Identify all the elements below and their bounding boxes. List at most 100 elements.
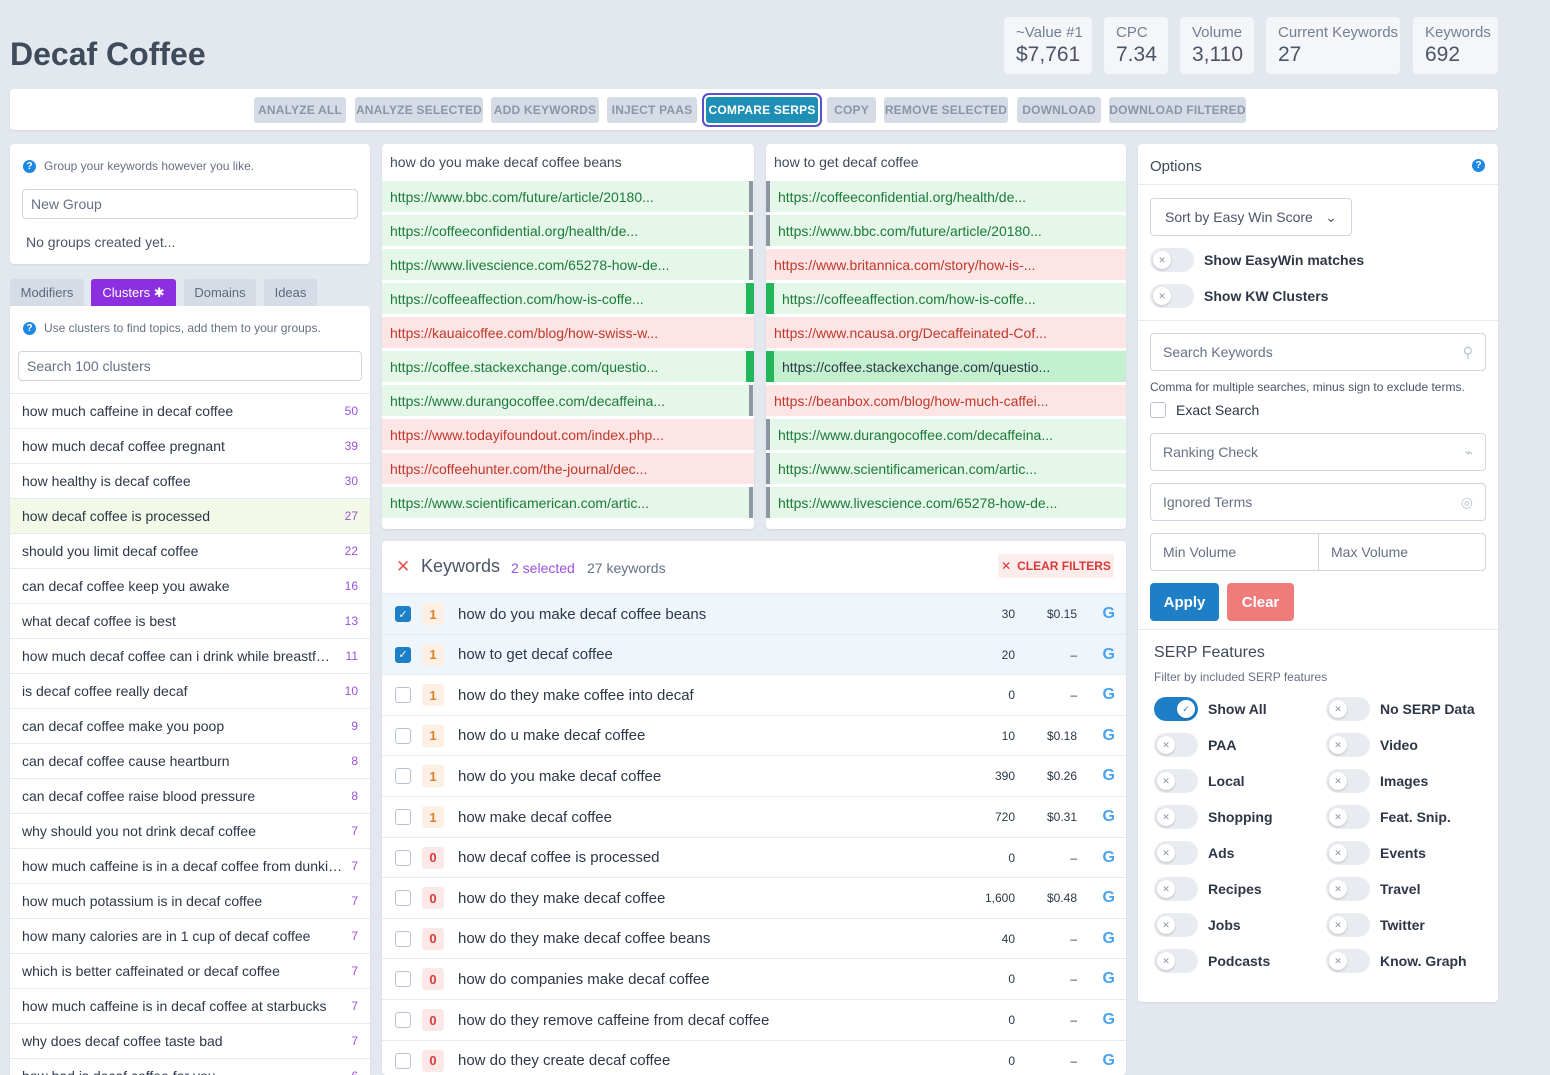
cluster-item[interactable]: how bad is decaf coffee for you 6 [10, 1058, 370, 1075]
row-checkbox[interactable] [395, 930, 411, 947]
keyword-row[interactable]: 1 how do you make decaf coffee 390 $0.26 G [382, 755, 1126, 796]
keyword-row[interactable]: 1 how make decaf coffee 720 $0.31 G [382, 796, 1126, 837]
cluster-item[interactable]: should you limit decaf coffee 22 [10, 533, 370, 568]
row-checkbox[interactable] [395, 1012, 411, 1028]
row-checkbox[interactable] [395, 727, 411, 744]
cluster-item[interactable]: can decaf coffee make you poop 9 [10, 708, 370, 743]
cluster-item[interactable]: what decaf coffee is best 13 [10, 603, 370, 638]
serp-feature-toggle[interactable]: ✕ [1326, 769, 1370, 793]
serp-result-row[interactable]: https://www.livescience.com/65278-how-de… [766, 487, 1126, 518]
serp-result-row[interactable]: https://coffeeconfidential.org/health/de… [382, 215, 754, 246]
row-checkbox[interactable]: ✓ [395, 646, 411, 663]
tab-clusters[interactable]: Clusters ✱ [91, 279, 176, 306]
cluster-item[interactable]: can decaf coffee keep you awake 16 [10, 568, 370, 603]
serp-feature-toggle[interactable]: ✕ [1154, 733, 1198, 757]
row-checkbox[interactable] [395, 890, 411, 907]
cluster-item[interactable]: is decaf coffee really decaf 10 [10, 673, 370, 708]
google-icon[interactable]: G [1103, 756, 1115, 796]
easywin-toggle[interactable]: ✕ [1150, 248, 1194, 272]
google-icon[interactable]: G [1103, 635, 1115, 675]
cluster-item[interactable]: how much caffeine is in a decaf coffee f… [10, 848, 370, 883]
apply-button[interactable]: Apply [1150, 583, 1219, 621]
serp-feature-toggle[interactable]: ✕ [1154, 805, 1198, 829]
serp-result-row[interactable]: https://kauaicoffee.com/blog/how-swiss-w… [382, 317, 754, 348]
row-checkbox[interactable] [395, 849, 411, 866]
cluster-search-input[interactable]: Search 100 clusters [18, 351, 362, 381]
serp-result-row[interactable]: https://beanbox.com/blog/how-much-caffei… [766, 385, 1126, 416]
row-checkbox[interactable]: ✓ [395, 606, 411, 622]
copy-button[interactable]: COPY [827, 97, 876, 123]
tab-ideas[interactable]: Ideas [264, 279, 317, 306]
serp-result-row[interactable]: https://www.livescience.com/65278-how-de… [382, 249, 754, 280]
row-checkbox[interactable] [395, 971, 411, 988]
serp-result-row[interactable]: https://coffeeaffection.com/how-is-coffe… [382, 283, 754, 314]
keyword-row[interactable]: 0 how do they make decaf coffee beans 40 – G [382, 917, 1126, 959]
exact-search-checkbox[interactable] [1150, 402, 1166, 418]
cluster-item[interactable]: which is better caffeinated or decaf cof… [10, 953, 370, 988]
serp-result-row[interactable]: https://www.ncausa.org/Decaffeinated-Cof… [766, 317, 1126, 348]
compare-serps-button[interactable]: COMPARE SERPS [706, 97, 818, 123]
help-icon[interactable]: ? [23, 321, 36, 335]
google-icon[interactable]: G [1103, 1000, 1115, 1040]
cluster-item[interactable]: can decaf coffee cause heartburn 8 [10, 743, 370, 778]
cluster-item[interactable]: how much decaf coffee can i drink while … [10, 638, 370, 673]
row-checkbox[interactable] [395, 809, 411, 825]
add-keywords-button[interactable]: ADD KEYWORDS [491, 97, 599, 123]
keyword-row[interactable]: 1 how do they make coffee into decaf 0 – G [382, 674, 1126, 715]
serp-result-row[interactable]: https://www.todayifoundout.com/index.php… [382, 419, 754, 450]
serp-feature-toggle[interactable]: ✕ [1326, 841, 1370, 865]
cluster-item[interactable]: how decaf coffee is processed 27 [10, 498, 370, 533]
cluster-item[interactable]: how many calories are in 1 cup of decaf … [10, 918, 370, 953]
serp-result-row[interactable]: https://www.durangocoffee.com/decaffeina… [766, 419, 1126, 450]
cluster-item[interactable]: how much caffeine is in decaf coffee at … [10, 988, 370, 1023]
serp-result-row[interactable]: https://www.bbc.com/future/article/20180… [766, 215, 1126, 246]
min-volume-input[interactable]: Min Volume [1150, 533, 1319, 571]
google-icon[interactable]: G [1103, 838, 1115, 878]
keyword-row[interactable]: 0 how do they remove caffeine from decaf … [382, 999, 1126, 1040]
serp-feature-toggle[interactable]: ✕ [1154, 949, 1198, 973]
serp-feature-toggle[interactable]: ✕ [1326, 949, 1370, 973]
keyword-row[interactable]: 1 how do u make decaf coffee 10 $0.18 G [382, 714, 1126, 756]
cluster-item[interactable]: how much potassium is in decaf coffee 7 [10, 883, 370, 918]
help-icon[interactable]: ? [23, 159, 36, 173]
serp-feature-toggle[interactable]: ✕ [1154, 913, 1198, 937]
serp-result-row[interactable]: https://www.scientificamerican.com/artic… [382, 487, 754, 518]
clear-filters-button[interactable]: ✕ CLEAR FILTERS [998, 554, 1114, 578]
keyword-row[interactable]: 0 how do they make decaf coffee 1,600 $0.48… [382, 877, 1126, 918]
serp-result-row[interactable]: https://www.britannica.com/story/how-is-… [766, 249, 1126, 280]
clusters-toggle[interactable]: ✕ [1150, 284, 1194, 308]
row-checkbox[interactable] [395, 768, 411, 785]
cluster-item[interactable]: why should you not drink decaf coffee 7 [10, 813, 370, 848]
serp-feature-toggle[interactable]: ✕ [1154, 841, 1198, 865]
serp-feature-toggle[interactable]: ✕ [1326, 805, 1370, 829]
cluster-item[interactable]: why does decaf coffee taste bad 7 [10, 1023, 370, 1058]
new-group-input[interactable]: New Group [22, 189, 358, 219]
keyword-search-input[interactable]: Search Keywords ⚲ [1150, 333, 1486, 371]
google-icon[interactable]: G [1103, 675, 1115, 715]
serp-feature-toggle[interactable]: ✕ [1326, 733, 1370, 757]
serp-feature-toggle[interactable]: ✕ [1326, 913, 1370, 937]
google-icon[interactable]: G [1103, 594, 1115, 634]
serp-feature-toggle[interactable]: ✓ [1154, 697, 1198, 721]
serp-result-row[interactable]: https://coffeeaffection.com/how-is-coffe… [766, 283, 1126, 314]
ranking-check-input[interactable]: Ranking Check ⌁ [1150, 433, 1486, 471]
analyze-all-button[interactable]: ANALYZE ALL [254, 97, 346, 123]
serp-result-row[interactable]: https://www.scientificamerican.com/artic… [766, 453, 1126, 484]
serp-feature-toggle[interactable]: ✕ [1326, 697, 1370, 721]
keyword-row[interactable]: ✓ 1 how to get decaf coffee 20 – G [382, 633, 1126, 675]
selected-count[interactable]: 2 selected [511, 560, 575, 576]
serp-result-row[interactable]: https://coffee.stackexchange.com/questio… [766, 351, 1126, 382]
sort-select[interactable]: Sort by Easy Win Score ⌄ [1150, 198, 1352, 236]
google-icon[interactable]: G [1103, 919, 1115, 959]
serp-feature-toggle[interactable]: ✕ [1154, 769, 1198, 793]
serp-result-row[interactable]: https://coffeeconfidential.org/health/de… [766, 181, 1126, 212]
cluster-item[interactable]: can decaf coffee raise blood pressure 8 [10, 778, 370, 813]
google-icon[interactable]: G [1103, 878, 1115, 918]
serp-feature-toggle[interactable]: ✕ [1326, 877, 1370, 901]
google-icon[interactable]: G [1103, 716, 1115, 756]
cluster-item[interactable]: how healthy is decaf coffee 30 [10, 463, 370, 498]
serp-result-row[interactable]: https://www.durangocoffee.com/decaffeina… [382, 385, 754, 416]
keyword-row[interactable]: 0 how decaf coffee is processed 0 – G [382, 836, 1126, 878]
download-filtered-button[interactable]: DOWNLOAD FILTERED [1109, 97, 1246, 123]
google-icon[interactable]: G [1103, 959, 1115, 999]
